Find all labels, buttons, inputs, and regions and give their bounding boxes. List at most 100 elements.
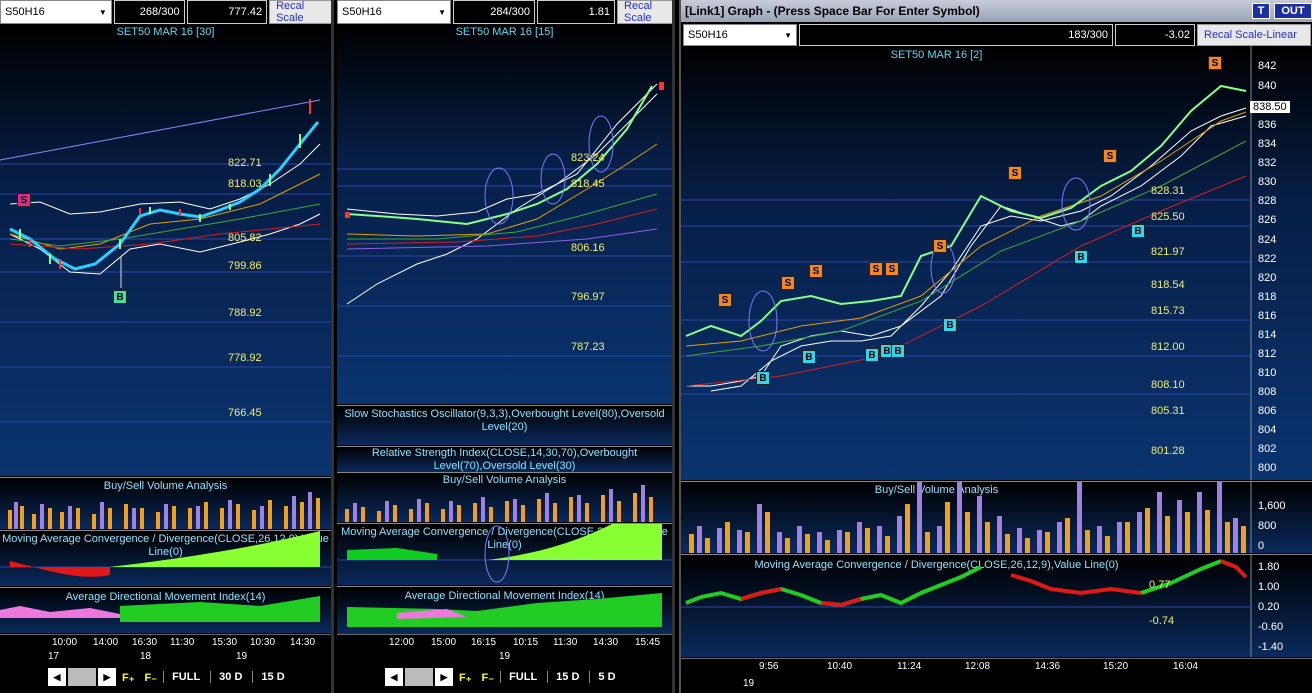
scrollbar[interactable]	[405, 668, 433, 686]
sell-signal[interactable]: S	[17, 193, 31, 207]
symbol-select[interactable]: S50H16 ▼	[337, 0, 451, 24]
scroll-left-icon[interactable]: ◀	[385, 668, 403, 686]
bottom-bar: ◀ ▶ F₊ F₋ FULL 30 D 15 D	[0, 666, 331, 688]
period-full-button[interactable]: FULL	[500, 671, 545, 683]
recal-scale-button[interactable]: Recal Scale-Linear	[1197, 24, 1311, 46]
level-label: 818.45	[571, 178, 605, 190]
stochastic-panel[interactable]: Slow Stochastics Oscillator(9,3,3),Overb…	[337, 405, 672, 445]
out-button[interactable]: OUT	[1274, 3, 1312, 19]
level-label: 815.73	[1151, 305, 1185, 317]
price-tick: 826	[1258, 214, 1277, 226]
sell-signal[interactable]: S	[809, 264, 823, 278]
buy-signal[interactable]: B	[802, 350, 816, 364]
price-tick: 800	[1258, 462, 1277, 474]
scroll-left-icon[interactable]: ◀	[48, 668, 66, 686]
scroll-right-icon[interactable]: ▶	[98, 668, 116, 686]
macd-tick: 1.80	[1258, 561, 1280, 573]
price-chart[interactable]: SET50 MAR 16 [15] 823.24 818.45 806.16 7…	[337, 24, 672, 404]
symbol-select[interactable]: S50H16 ▼	[683, 24, 797, 46]
chart-window-2min: [Link1] Graph - (Press Space Bar For Ent…	[679, 0, 1312, 693]
macd-panel[interactable]: Moving Average Convergence / Divergence(…	[0, 530, 331, 586]
sell-signal[interactable]: S	[781, 276, 795, 290]
chart-window-15min: S50H16 ▼ 284/300 1.81 Recal Scale SET50 M…	[337, 0, 675, 693]
buy-signal[interactable]: B	[1131, 224, 1145, 238]
level-label: 805.31	[1151, 405, 1185, 417]
period-5d-button[interactable]: 5 D	[589, 671, 623, 683]
time-tick: 10:00	[52, 637, 78, 648]
f-plus-button[interactable]: F₊	[118, 671, 139, 684]
price-tick: 830	[1258, 176, 1277, 188]
level-label: 805.82	[228, 232, 262, 244]
volume-panel[interactable]: Buy/Sell Volume Analysis 1,600 800 0	[681, 481, 1312, 553]
period-15d-button[interactable]: 15 D	[252, 671, 292, 683]
scroll-right-icon[interactable]: ▶	[435, 668, 453, 686]
level-label: 808.10	[1151, 379, 1185, 391]
macd-panel[interactable]: Moving Average Convergence / Divergence(…	[681, 554, 1312, 657]
sell-signal[interactable]: S	[1208, 56, 1222, 70]
price-chart[interactable]: SET50 MAR 16 [30] 822.71 818.03 805.82 7…	[0, 24, 331, 476]
f-minus-button[interactable]: F₋	[141, 671, 162, 684]
level-label: 823.24	[571, 152, 605, 164]
price-tick: 818	[1258, 291, 1277, 303]
buy-signal[interactable]: B	[756, 371, 770, 385]
adx-panel[interactable]: Average Directional Movement Index(14)	[0, 587, 331, 633]
price-tick: 828	[1258, 195, 1277, 207]
volume-tick: 0	[1258, 540, 1265, 552]
toolbar: S50H16 ▼ 268/300 777.42 Recal Scale	[0, 0, 331, 24]
f-minus-button[interactable]: F₋	[478, 671, 499, 684]
macd-value-label: 0.77	[1149, 579, 1171, 591]
symbol-value: S50H16	[5, 6, 45, 18]
buy-signal[interactable]: B	[1074, 250, 1088, 264]
sell-signal[interactable]: S	[869, 262, 883, 276]
f-plus-button[interactable]: F₊	[455, 671, 476, 684]
date-tick: 19	[236, 651, 248, 662]
macd-tick: -0.60	[1258, 621, 1284, 633]
sell-signal[interactable]: S	[1103, 149, 1117, 163]
sell-signal[interactable]: S	[933, 239, 947, 253]
scrollbar[interactable]	[68, 668, 96, 686]
level-label: 796.97	[571, 291, 605, 303]
period-full-button[interactable]: FULL	[163, 671, 208, 683]
time-axis: 9:56 10:40 11:24 12:08 14:36 15:20 16:04…	[681, 658, 1312, 693]
level-label: 828.31	[1151, 185, 1185, 197]
dropdown-arrow-icon: ▼	[98, 7, 107, 17]
sell-signal[interactable]: S	[718, 293, 732, 307]
macd-panel[interactable]: Moving Average Convergence / Divergence(…	[337, 523, 672, 585]
buy-signal[interactable]: B	[865, 348, 879, 362]
recal-scale-button[interactable]: Recal Scale	[269, 0, 331, 24]
buy-signal[interactable]: B	[943, 318, 957, 332]
macd-tick: 0.20	[1258, 601, 1280, 613]
buy-signal[interactable]: B	[113, 290, 127, 304]
sell-signal[interactable]: S	[885, 262, 899, 276]
value-field: 1.81	[537, 0, 615, 24]
time-axis: 12:00 15:00 16:15 10:15 11:30 14:30 15:4…	[337, 634, 672, 662]
time-tick: 14:30	[290, 637, 316, 648]
volume-panel[interactable]: Buy/Sell Volume Analysis	[0, 477, 331, 529]
time-tick: 16:04	[1173, 661, 1199, 672]
time-tick: 10:15	[513, 637, 539, 648]
volume-axis: 1,600 800 0	[1250, 482, 1312, 553]
time-tick: 14:00	[93, 637, 119, 648]
level-label: 818.03	[228, 178, 262, 190]
price-chart[interactable]: SET50 MAR 16 [2] 828.31 825.50 821.97 81…	[681, 46, 1312, 480]
adx-panel[interactable]: Average Directional Movement Index(14)	[337, 586, 672, 634]
price-tick: 822	[1258, 253, 1277, 265]
t-button[interactable]: T	[1252, 3, 1270, 19]
stochastic-title: Slow Stochastics Oscillator(9,3,3),Overb…	[344, 408, 665, 433]
period-15d-button[interactable]: 15 D	[547, 671, 587, 683]
volume-panel[interactable]: Buy/Sell Volume Analysis	[337, 472, 672, 522]
level-label: 825.50	[1151, 211, 1185, 223]
level-label: 787.23	[571, 341, 605, 353]
level-label: 799.86	[228, 260, 262, 272]
period-30d-button[interactable]: 30 D	[210, 671, 250, 683]
recal-scale-button[interactable]: Recal Scale	[617, 0, 672, 24]
macd-value-label: -0.74	[1149, 615, 1175, 627]
rsi-panel[interactable]: Relative Strength Index(CLOSE,14,30,70),…	[337, 446, 672, 472]
time-tick: 14:30	[593, 637, 619, 648]
buy-signal[interactable]: B	[891, 344, 905, 358]
symbol-select[interactable]: S50H16 ▼	[0, 0, 112, 24]
sell-signal[interactable]: S	[1008, 166, 1022, 180]
price-tick: 808	[1258, 386, 1277, 398]
time-tick: 11:24	[897, 661, 922, 672]
time-tick: 15:00	[431, 637, 457, 648]
